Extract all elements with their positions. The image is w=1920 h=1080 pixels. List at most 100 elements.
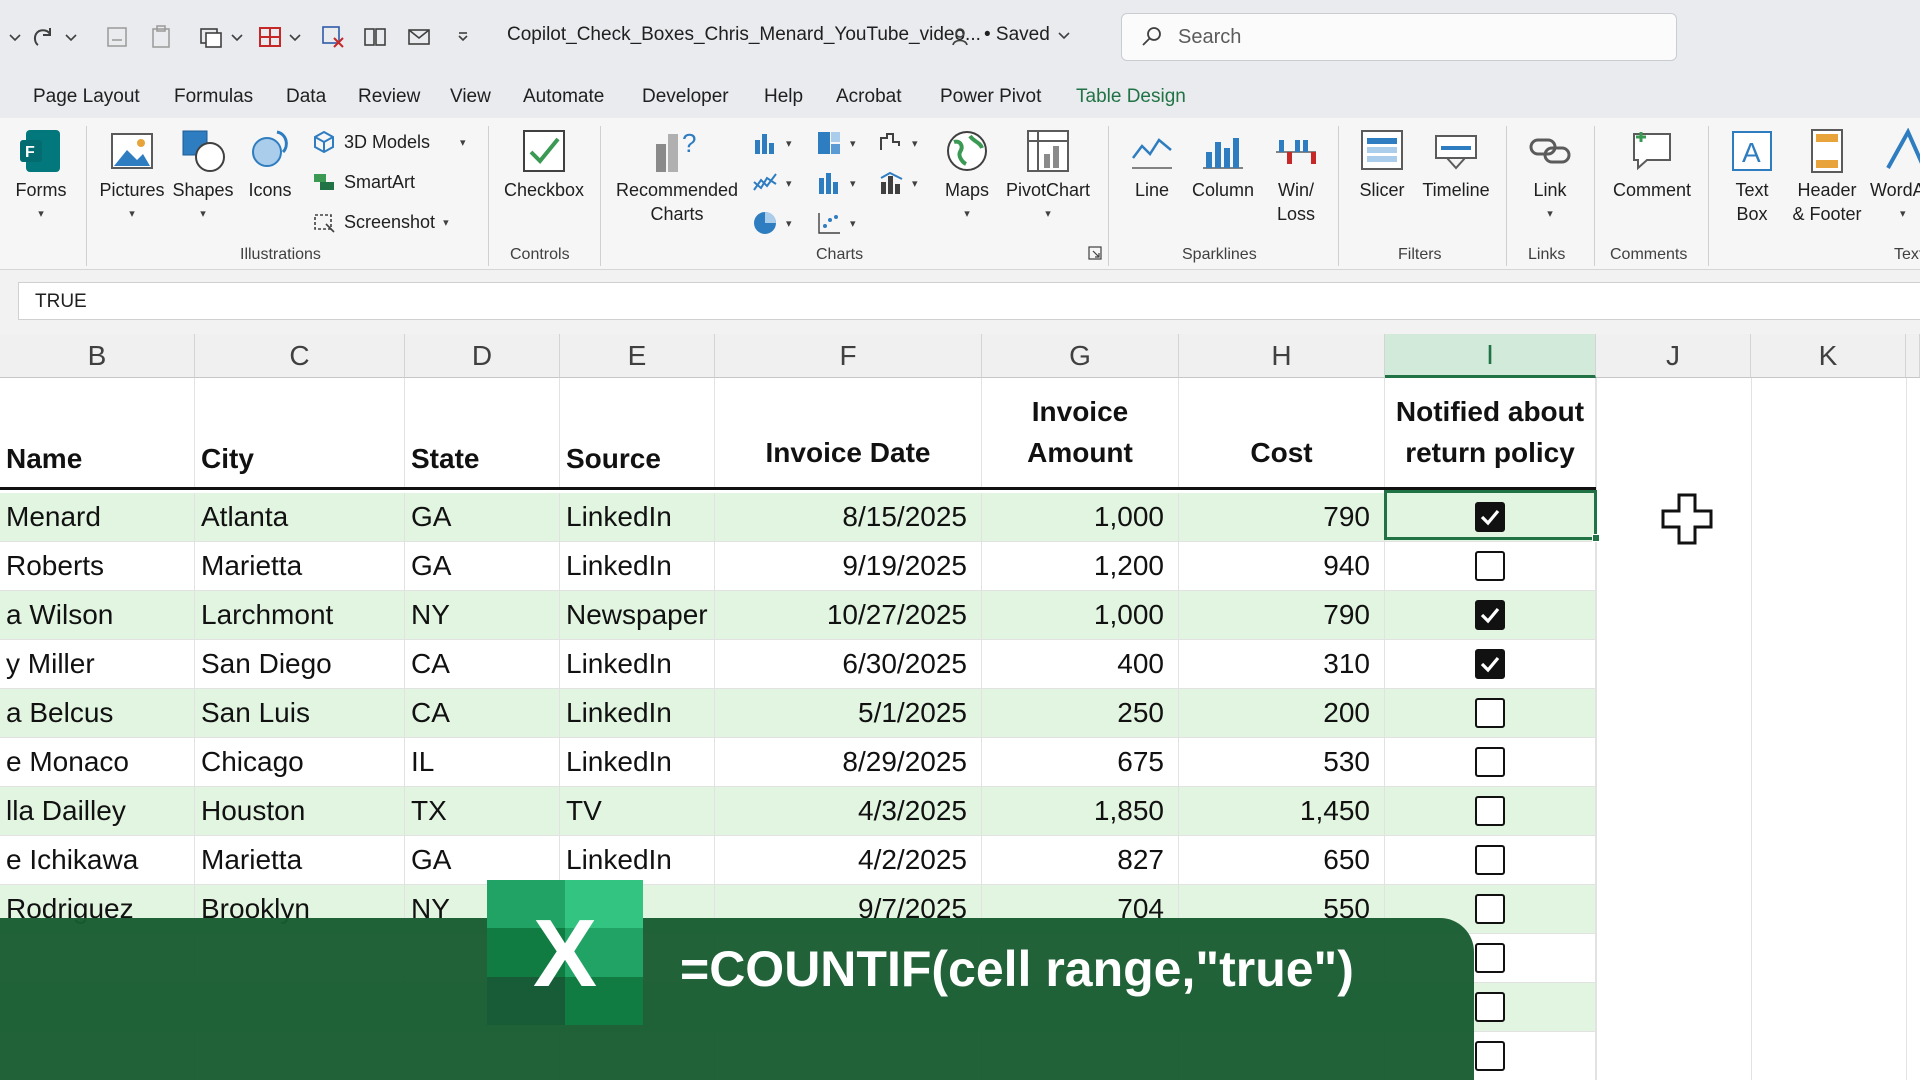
scatter-chart-button[interactable]: ▾ xyxy=(816,210,856,236)
tab-review[interactable]: Review xyxy=(358,86,420,108)
clear-filter-icon[interactable] xyxy=(318,22,348,52)
cell-notified[interactable] xyxy=(1385,689,1596,738)
pictures-button[interactable]: Pictures ▾ xyxy=(95,128,169,226)
pivotchart-button[interactable]: PivotChart ▾ xyxy=(1000,128,1096,226)
tab-power-pivot[interactable]: Power Pivot xyxy=(940,86,1041,108)
formula-input[interactable]: TRUE xyxy=(18,282,1920,320)
cell-date[interactable]: 6/30/2025 xyxy=(715,640,982,689)
cell-source[interactable]: LinkedIn xyxy=(560,836,715,885)
sparkline-line-button[interactable]: Line xyxy=(1124,128,1180,202)
cell-source[interactable]: LinkedIn xyxy=(560,542,715,591)
checkbox-checked[interactable] xyxy=(1475,600,1505,630)
cell-state[interactable]: GA xyxy=(405,836,560,885)
tab-developer[interactable]: Developer xyxy=(642,86,729,108)
cell-cost[interactable]: 790 xyxy=(1179,493,1385,542)
cell-state[interactable]: CA xyxy=(405,640,560,689)
column-header-g[interactable]: G xyxy=(982,334,1179,378)
active-cell-selection[interactable] xyxy=(1384,490,1597,540)
mail-icon[interactable] xyxy=(404,22,434,52)
waterfall-chart-button[interactable]: ▾ xyxy=(878,130,918,156)
tab-formulas[interactable]: Formulas xyxy=(174,86,253,108)
checkbox-button[interactable]: Checkbox xyxy=(500,128,588,202)
wordart-button[interactable]: WordA ▾ xyxy=(1870,128,1920,226)
cell-date[interactable]: 5/1/2025 xyxy=(715,689,982,738)
cell-state[interactable]: TX xyxy=(405,787,560,836)
borders-dropdown-icon[interactable] xyxy=(280,22,310,52)
checkbox-unchecked[interactable] xyxy=(1475,551,1505,581)
cell-city[interactable]: Atlanta xyxy=(195,493,405,542)
cell-date[interactable]: 9/19/2025 xyxy=(715,542,982,591)
header-invoice-amount[interactable]: Invoice Amount xyxy=(982,378,1179,487)
cell-amount[interactable]: 250 xyxy=(982,689,1179,738)
combo-chart-button[interactable]: ▾ xyxy=(878,170,918,196)
tab-acrobat[interactable]: Acrobat xyxy=(836,86,901,108)
format-dropdown-icon[interactable] xyxy=(222,22,252,52)
cell-amount[interactable]: 1,000 xyxy=(982,591,1179,640)
cell-date[interactable]: 10/27/2025 xyxy=(715,591,982,640)
search-box[interactable]: Search xyxy=(1121,13,1677,61)
slicer-button[interactable]: Slicer xyxy=(1348,128,1416,202)
undo-dropdown-icon[interactable] xyxy=(0,22,30,52)
cell-name[interactable]: e Ichikawa xyxy=(0,836,195,885)
link-button[interactable]: Link ▾ xyxy=(1516,128,1584,226)
cell-date[interactable]: 4/2/2025 xyxy=(715,836,982,885)
cell-date[interactable]: 8/29/2025 xyxy=(715,738,982,787)
maps-button[interactable]: Maps ▾ xyxy=(936,128,998,226)
fill-handle[interactable] xyxy=(1592,534,1600,542)
column-chart-button[interactable]: ▾ xyxy=(752,130,792,156)
paste-icon[interactable] xyxy=(146,22,176,52)
checkbox-unchecked[interactable] xyxy=(1475,943,1505,973)
cell-amount[interactable]: 1,850 xyxy=(982,787,1179,836)
tab-view[interactable]: View xyxy=(450,86,491,108)
cell-amount[interactable]: 1,000 xyxy=(982,493,1179,542)
checkbox-unchecked[interactable] xyxy=(1475,747,1505,777)
cell-city[interactable]: Houston xyxy=(195,787,405,836)
line-chart-button[interactable]: ▾ xyxy=(752,170,792,196)
cell-city[interactable]: Chicago xyxy=(195,738,405,787)
cell-amount[interactable]: 1,200 xyxy=(982,542,1179,591)
column-header-f[interactable]: F xyxy=(715,334,982,378)
3d-models-button[interactable]: 3D Models ▾ xyxy=(312,130,466,154)
customize-qat-icon[interactable] xyxy=(448,22,478,52)
cell-city[interactable]: Marietta xyxy=(195,542,405,591)
tab-data[interactable]: Data xyxy=(286,86,326,108)
column-header-e[interactable]: E xyxy=(560,334,715,378)
cell-source[interactable]: TV xyxy=(560,787,715,836)
cell-date[interactable]: 8/15/2025 xyxy=(715,493,982,542)
pie-chart-button[interactable]: ▾ xyxy=(752,210,792,236)
share-person-icon[interactable] xyxy=(946,22,976,52)
charts-dialog-launcher-icon[interactable] xyxy=(1088,246,1102,265)
recommended-charts-button[interactable]: ? Recommended Charts xyxy=(612,128,742,226)
cell-amount[interactable]: 400 xyxy=(982,640,1179,689)
cell-source[interactable]: LinkedIn xyxy=(560,689,715,738)
column-header-i[interactable]: I xyxy=(1385,334,1596,378)
cell-name[interactable]: Roberts xyxy=(0,542,195,591)
cell-cost[interactable]: 940 xyxy=(1179,542,1385,591)
cell-name[interactable]: y Miller xyxy=(0,640,195,689)
cell-state[interactable]: GA xyxy=(405,493,560,542)
checkbox-unchecked[interactable] xyxy=(1475,992,1505,1022)
checkbox-unchecked[interactable] xyxy=(1475,894,1505,924)
column-header-l[interactable] xyxy=(1906,334,1920,378)
statistic-chart-button[interactable]: ▾ xyxy=(816,170,856,196)
cell-source[interactable]: LinkedIn xyxy=(560,640,715,689)
tab-help[interactable]: Help xyxy=(764,86,803,108)
redo-dropdown-icon[interactable] xyxy=(56,22,86,52)
cell-source[interactable]: LinkedIn xyxy=(560,738,715,787)
checkbox-unchecked[interactable] xyxy=(1475,698,1505,728)
header-notified[interactable]: Notified about return policy xyxy=(1385,378,1596,487)
cell-cost[interactable]: 650 xyxy=(1179,836,1385,885)
header-name[interactable]: Name xyxy=(0,378,195,487)
column-header-b[interactable]: B xyxy=(0,334,195,378)
header-invoice-date[interactable]: Invoice Date xyxy=(715,378,982,487)
shapes-button[interactable]: Shapes ▾ xyxy=(170,128,236,226)
header-city[interactable]: City xyxy=(195,378,405,487)
icons-button[interactable]: Icons xyxy=(240,128,300,202)
cell-notified[interactable] xyxy=(1385,738,1596,787)
column-header-h[interactable]: H xyxy=(1179,334,1385,378)
cell-name[interactable]: e Monaco xyxy=(0,738,195,787)
cell-cost[interactable]: 310 xyxy=(1179,640,1385,689)
cell-notified[interactable] xyxy=(1385,542,1596,591)
checkbox-checked[interactable] xyxy=(1475,649,1505,679)
cell-cost[interactable]: 200 xyxy=(1179,689,1385,738)
